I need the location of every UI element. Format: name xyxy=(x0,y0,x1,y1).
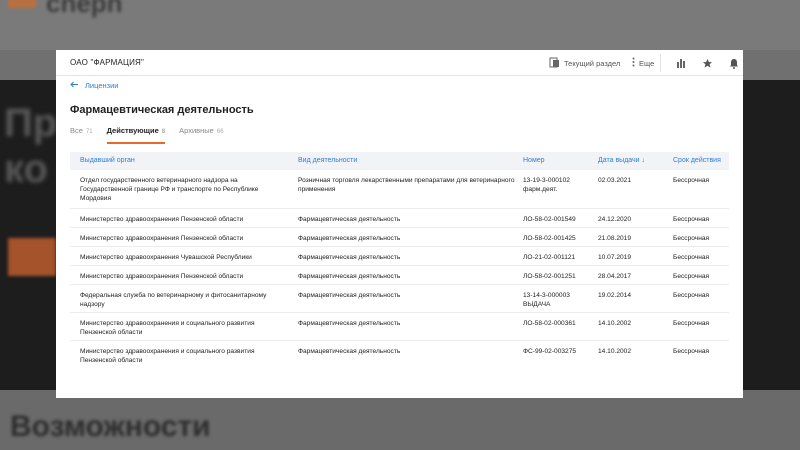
column-issue-date[interactable]: Дата выдачи ↓ xyxy=(598,157,645,164)
cell-number: ЛО-58-02-001251 xyxy=(523,273,576,280)
cell-authority: Министерство здравоохранения и социально… xyxy=(80,348,255,364)
column-number[interactable]: Номер xyxy=(523,157,545,164)
table-row[interactable]: Министерство здравоохранения Пензенской … xyxy=(70,209,729,228)
license-tabs: Все 71 Действующие 8 Архивные 66 xyxy=(70,126,224,144)
table-row[interactable]: Министерство здравоохранения и социально… xyxy=(70,313,729,341)
background-hero-text: Пр ко xyxy=(4,101,58,191)
background-logo-mark xyxy=(8,0,36,8)
cell-date: 02.03.2021 xyxy=(598,177,632,184)
back-link-label: Лицензии xyxy=(85,81,119,90)
cell-activity: Фармацевтическая деятельность xyxy=(298,216,401,223)
dots-vertical-icon xyxy=(632,57,635,69)
cell-number: 13-19-3-000102 фарм.деят. xyxy=(523,177,570,193)
cell-activity: Фармацевтическая деятельность xyxy=(298,320,401,327)
cell-term: Бессрочная xyxy=(673,235,710,242)
cell-term: Бессрочная xyxy=(673,292,710,299)
cell-date: 21.08.2019 xyxy=(598,235,632,242)
company-name: ОАО "ФАРМАЦИЯ" xyxy=(70,58,145,67)
table-header: Выдавший орган Вид деятельности Номер Да… xyxy=(70,152,729,170)
column-authority[interactable]: Выдавший орган xyxy=(80,157,135,164)
tab-active-label: Действующие xyxy=(106,126,159,135)
table-row[interactable]: Министерство здравоохранения Чувашской Р… xyxy=(70,247,729,266)
cell-activity: Фармацевтическая деятельность xyxy=(298,273,401,280)
column-activity[interactable]: Вид деятельности xyxy=(298,157,357,164)
cell-term: Бессрочная xyxy=(673,320,710,327)
cell-activity: Фармацевтическая деятельность xyxy=(298,235,401,242)
background-footer-text: Возможности xyxy=(10,410,211,443)
cell-term: Бессрочная xyxy=(673,216,710,223)
cell-number: ЛО-21-02-001121 xyxy=(523,254,576,261)
table-row[interactable]: Отдел государственного ветеринарного над… xyxy=(70,170,729,209)
tab-all-count: 71 xyxy=(85,129,93,135)
cell-activity: Фармацевтическая деятельность xyxy=(298,348,401,355)
cell-authority: Министерство здравоохранения и социально… xyxy=(80,320,255,336)
more-button[interactable]: Еще xyxy=(632,57,654,69)
tab-archived-label: Архивные xyxy=(179,126,214,135)
header-divider xyxy=(660,54,661,72)
licenses-table-body: Отдел государственного ветеринарного над… xyxy=(70,170,729,369)
cell-number: ЛО-58-02-001549 xyxy=(523,216,576,223)
back-to-licenses-link[interactable]: Лицензии xyxy=(70,81,118,90)
licenses-modal: ОАО "ФАРМАЦИЯ" Текущий раздел Еще Лиценз… xyxy=(56,50,743,398)
table-row[interactable]: Министерство здравоохранения Пензенской … xyxy=(70,228,729,247)
bell-icon[interactable] xyxy=(726,55,742,71)
tab-all-label: Все xyxy=(70,126,83,135)
background-logo-text: cnepn xyxy=(46,0,123,18)
table-row[interactable]: Министерство здравоохранения Пензенской … xyxy=(70,266,729,285)
chart-icon[interactable] xyxy=(673,55,689,71)
more-label: Еще xyxy=(639,58,655,68)
tab-archived-count: 66 xyxy=(216,129,224,135)
cell-date: 24.12.2020 xyxy=(598,216,632,223)
modal-header: ОАО "ФАРМАЦИЯ" Текущий раздел Еще xyxy=(56,50,743,76)
cell-authority: Министерство здравоохранения Пензенской … xyxy=(80,235,244,242)
cell-date: 14.10.2002 xyxy=(598,348,632,355)
background-hero-button xyxy=(8,238,56,276)
table-row[interactable]: Министерство здравоохранения и социально… xyxy=(70,341,729,369)
cell-authority: Отдел государственного ветеринарного над… xyxy=(80,177,259,202)
cell-date: 28.04.2017 xyxy=(598,273,632,280)
page-title: Фармацевтическая деятельность xyxy=(70,104,254,116)
cell-term: Бессрочная xyxy=(673,177,710,184)
cell-number: 13-14-3-000003 ВЫДАЧА xyxy=(523,292,570,308)
tab-all[interactable]: Все 71 xyxy=(70,126,93,142)
cell-term: Бессрочная xyxy=(673,254,710,261)
cell-authority: Федеральная служба по ветеринарному и фи… xyxy=(80,292,267,308)
current-section-label: Текущий раздел xyxy=(564,59,621,68)
tab-archived[interactable]: Архивные 66 xyxy=(179,126,223,142)
cell-number: ЛО-58-02-000361 xyxy=(523,320,576,327)
cell-number: ЛО-58-02-001425 xyxy=(523,235,576,242)
document-icon xyxy=(549,57,560,70)
cell-activity: Фармацевтическая деятельность xyxy=(298,292,401,299)
tab-active[interactable]: Действующие 8 xyxy=(106,126,166,144)
cell-date: 14.10.2002 xyxy=(598,320,632,327)
current-section-button[interactable]: Текущий раздел xyxy=(549,57,620,70)
star-icon[interactable] xyxy=(699,55,715,71)
tab-active-count: 8 xyxy=(161,129,166,135)
cell-activity: Розничная торговля лекарственными препар… xyxy=(298,177,515,193)
cell-authority: Министерство здравоохранения Пензенской … xyxy=(80,273,244,280)
cell-date: 10.07.2019 xyxy=(598,254,632,261)
cell-authority: Министерство здравоохранения Пензенской … xyxy=(80,216,244,223)
table-row[interactable]: Федеральная служба по ветеринарному и фи… xyxy=(70,285,729,313)
cell-date: 19.02.2014 xyxy=(598,292,632,299)
cell-term: Бессрочная xyxy=(673,348,710,355)
cell-term: Бессрочная xyxy=(673,273,710,280)
cell-number: ФС-99-02-003275 xyxy=(523,348,577,355)
cell-authority: Министерство здравоохранения Чувашской Р… xyxy=(80,254,252,261)
cell-activity: Фармацевтическая деятельность xyxy=(298,254,401,261)
column-validity[interactable]: Срок действия xyxy=(673,157,721,164)
arrow-left-icon xyxy=(70,81,79,90)
